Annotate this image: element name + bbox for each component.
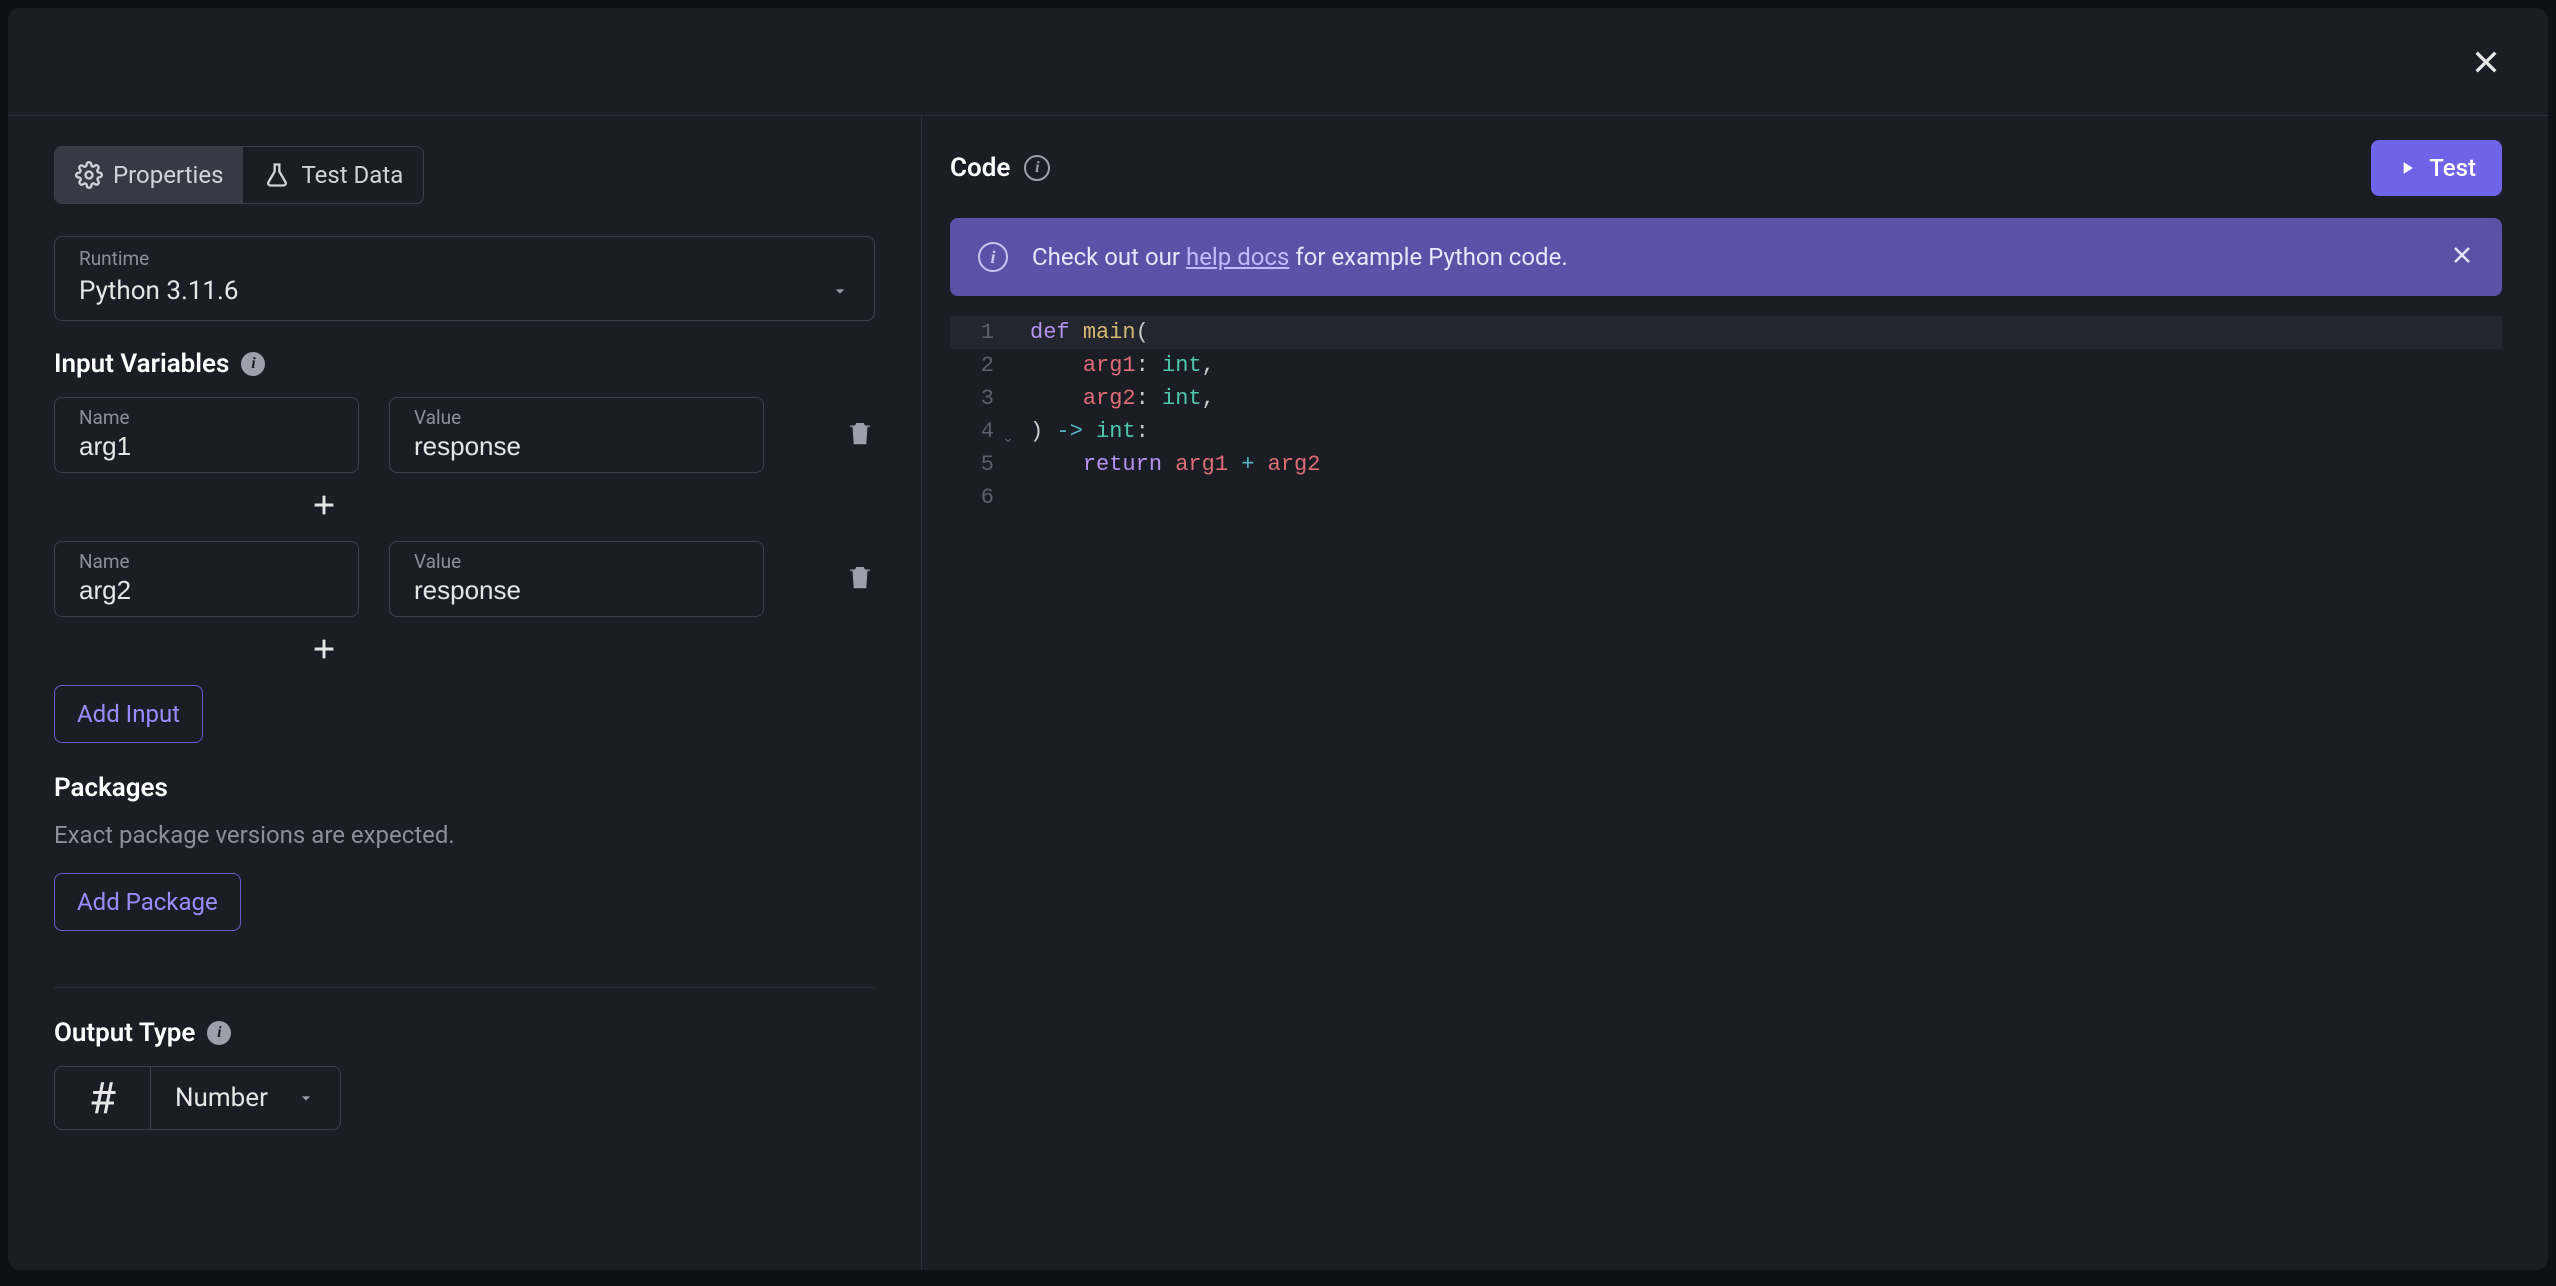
tab-properties[interactable]: Properties — [55, 147, 243, 203]
input-name-field[interactable]: Name — [54, 541, 359, 617]
tab-group: Properties Test Data — [54, 146, 424, 204]
input-name[interactable] — [79, 431, 334, 462]
line-number: 6 — [950, 481, 1000, 514]
info-icon[interactable]: i — [241, 352, 265, 376]
value-label: Value — [414, 406, 739, 429]
output-type-value: Number — [175, 1083, 268, 1113]
code-line[interactable]: 2 arg1: int, — [950, 349, 2502, 382]
add-value-button[interactable] — [310, 491, 338, 523]
packages-label: Packages — [54, 773, 168, 803]
code-label: Code — [950, 153, 1010, 183]
code-text — [1000, 481, 1030, 514]
add-value-row — [8, 625, 684, 685]
input-value[interactable] — [414, 575, 739, 606]
input-rows: Name Value Name Value — [54, 397, 875, 685]
input-variable-row: Name Value — [54, 397, 875, 473]
code-line[interactable]: 6 — [950, 481, 2502, 514]
plus-icon — [310, 491, 338, 519]
code-text: ) -> int: — [1000, 415, 1149, 448]
gear-icon — [75, 161, 103, 189]
input-variables-label: Input Variables — [54, 349, 229, 379]
tab-properties-label: Properties — [113, 161, 223, 189]
value-label: Value — [414, 550, 739, 573]
runtime-label: Runtime — [55, 237, 874, 270]
info-icon[interactable]: i — [1024, 155, 1050, 181]
code-header: Code i Test — [950, 140, 2502, 196]
trash-icon — [845, 416, 875, 450]
divider — [54, 987, 875, 988]
input-variable-row: Name Value — [54, 541, 875, 617]
close-button[interactable] — [2464, 40, 2508, 84]
modal-header — [8, 8, 2548, 116]
add-input-button[interactable]: Add Input — [54, 685, 203, 743]
plus-icon — [310, 635, 338, 663]
input-name[interactable] — [79, 575, 334, 606]
tab-test-data-label: Test Data — [301, 161, 403, 189]
output-type-label: Output Type — [54, 1018, 195, 1048]
add-package-label: Add Package — [77, 888, 218, 916]
input-name-field[interactable]: Name — [54, 397, 359, 473]
test-button[interactable]: Test — [2371, 140, 2502, 196]
runtime-value: Python 3.11.6 — [79, 276, 239, 306]
add-package-button[interactable]: Add Package — [54, 873, 241, 931]
packages-title: Packages — [54, 773, 875, 803]
banner-suffix: for example Python code. — [1289, 243, 1567, 271]
test-button-label: Test — [2429, 154, 2476, 182]
input-value[interactable] — [414, 431, 739, 462]
input-value-field[interactable]: Value — [389, 541, 764, 617]
name-label: Name — [79, 406, 334, 429]
close-icon — [2470, 46, 2502, 78]
line-number: 3 — [950, 382, 1000, 415]
runtime-select[interactable]: Runtime Python 3.11.6 — [54, 236, 875, 321]
trash-icon — [845, 560, 875, 594]
output-type-title: Output Type i — [54, 1018, 875, 1048]
fold-icon[interactable]: ⌄ — [1002, 423, 1014, 456]
play-icon — [2397, 158, 2417, 178]
right-panel: Code i Test i Check out our help docs fo… — [922, 116, 2548, 1270]
code-editor[interactable]: 1def main(2 arg1: int,3 arg2: int,4⌄) ->… — [950, 316, 2502, 1240]
modal-content: Properties Test Data Runtime Python 3.11… — [8, 116, 2548, 1270]
info-icon[interactable]: i — [207, 1021, 231, 1045]
delete-input-button[interactable] — [845, 560, 875, 598]
left-panel: Properties Test Data Runtime Python 3.11… — [8, 116, 922, 1270]
code-title: Code i — [950, 153, 1050, 183]
line-number: 5 — [950, 448, 1000, 481]
code-text: return arg1 + arg2 — [1000, 448, 1320, 481]
line-number: 4⌄ — [950, 415, 1000, 448]
code-node-modal: Properties Test Data Runtime Python 3.11… — [8, 8, 2548, 1270]
input-variables-title: Input Variables i — [54, 349, 875, 379]
close-icon — [2450, 243, 2474, 267]
flask-icon — [263, 161, 291, 189]
code-line[interactable]: 3 arg2: int, — [950, 382, 2502, 415]
help-docs-link[interactable]: help docs — [1186, 243, 1289, 271]
packages-desc: Exact package versions are expected. — [54, 821, 875, 849]
output-type-select[interactable]: # Number — [54, 1066, 341, 1130]
code-text: arg1: int, — [1000, 349, 1215, 382]
code-line[interactable]: 1def main( — [950, 316, 2502, 349]
hash-icon: # — [55, 1067, 151, 1129]
line-number: 1 — [950, 316, 1000, 349]
code-text: def main( — [1000, 316, 1149, 349]
code-line[interactable]: 4⌄) -> int: — [950, 415, 2502, 448]
banner-prefix: Check out our — [1032, 243, 1186, 271]
help-banner: i Check out our help docs for example Py… — [950, 218, 2502, 296]
chevron-down-icon — [296, 1088, 316, 1108]
tab-test-data[interactable]: Test Data — [243, 147, 423, 203]
delete-input-button[interactable] — [845, 416, 875, 454]
add-value-button[interactable] — [310, 635, 338, 667]
add-input-label: Add Input — [77, 700, 180, 728]
info-icon: i — [978, 242, 1008, 272]
line-number: 2 — [950, 349, 1000, 382]
banner-close-button[interactable] — [2450, 243, 2474, 271]
code-text: arg2: int, — [1000, 382, 1215, 415]
input-value-field[interactable]: Value — [389, 397, 764, 473]
banner-text: Check out our help docs for example Pyth… — [1032, 243, 2426, 271]
add-value-row — [8, 481, 684, 541]
chevron-down-icon — [830, 281, 850, 301]
code-line[interactable]: 5 return arg1 + arg2 — [950, 448, 2502, 481]
name-label: Name — [79, 550, 334, 573]
